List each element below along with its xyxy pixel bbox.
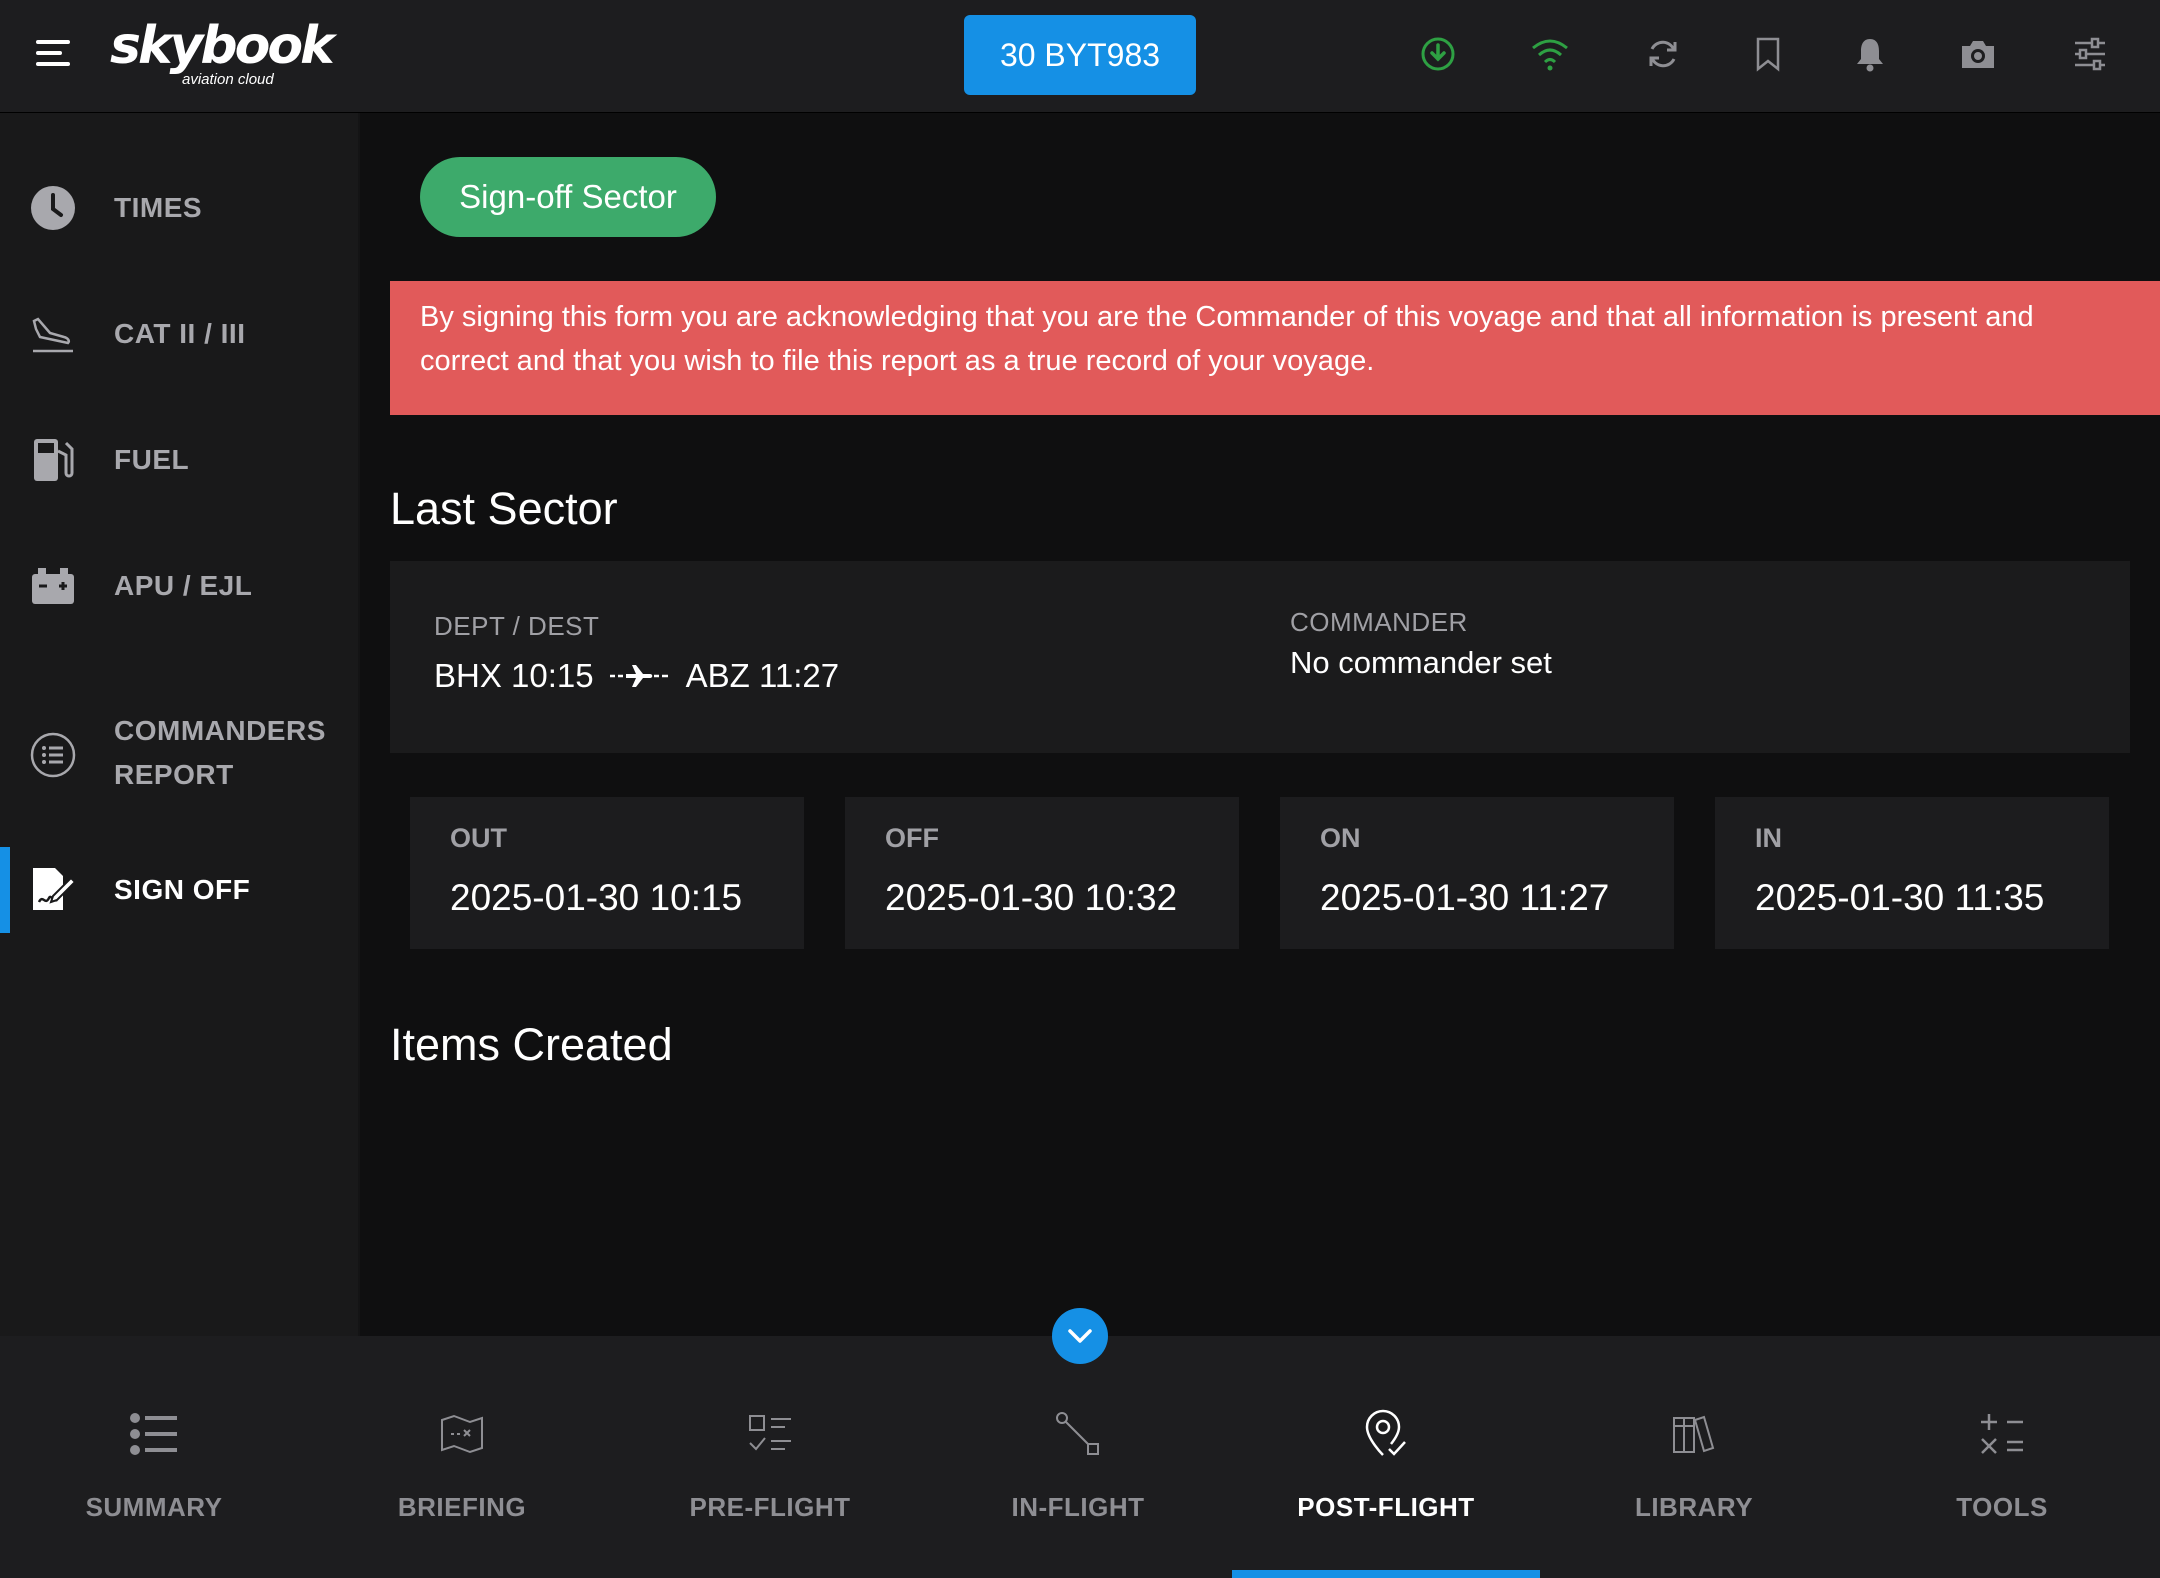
main-content: Sign-off Sector By signing this form you… bbox=[360, 113, 2160, 1336]
sidebar-item-sign-off[interactable]: SIGN OFF bbox=[0, 847, 358, 933]
plane-route-icon bbox=[609, 665, 668, 687]
nav-post-flight[interactable]: POST-FLIGHT bbox=[1232, 1336, 1540, 1578]
sidebar-item-times[interactable]: TIMES bbox=[0, 173, 358, 243]
bell-icon[interactable] bbox=[1846, 30, 1894, 78]
sidebar-item-commanders-report[interactable]: COMMANDERS REPORT bbox=[0, 695, 358, 815]
route-icon bbox=[1048, 1404, 1108, 1464]
route-label: DEPT / DEST bbox=[434, 611, 600, 641]
nav-tools[interactable]: TOOLS bbox=[1848, 1336, 2156, 1578]
time-label: ON bbox=[1320, 823, 1361, 853]
time-card-off: OFF 2025-01-30 10:32 bbox=[845, 797, 1239, 949]
last-sector-heading: Last Sector bbox=[390, 483, 618, 534]
sidebar-item-fuel[interactable]: FUEL bbox=[0, 425, 358, 495]
nav-label: LIBRARY bbox=[1634, 1492, 1754, 1522]
settings-sliders-icon[interactable] bbox=[2066, 30, 2114, 78]
sidebar-item-apu-ejl[interactable]: APU / EJL bbox=[0, 551, 358, 621]
logo-subtext: aviation cloud bbox=[182, 71, 274, 88]
logo-text: skybook bbox=[110, 16, 335, 76]
clock-icon bbox=[28, 183, 78, 233]
time-value: 2025-01-30 10:15 bbox=[450, 877, 743, 918]
time-card-out: OUT 2025-01-30 10:15 bbox=[410, 797, 804, 949]
collapse-chevron-button[interactable] bbox=[1052, 1308, 1108, 1364]
destination: ABZ 11:27 bbox=[685, 657, 840, 694]
nav-pre-flight[interactable]: PRE-FLIGHT bbox=[616, 1336, 924, 1578]
nav-label: BRIEFING bbox=[397, 1492, 527, 1522]
nav-briefing[interactable]: BRIEFING bbox=[308, 1336, 616, 1578]
commander-value: No commander set bbox=[1290, 645, 1552, 680]
nav-in-flight[interactable]: IN-FLIGHT bbox=[924, 1336, 1232, 1578]
download-icon[interactable] bbox=[1414, 30, 1462, 78]
battery-icon bbox=[28, 561, 78, 611]
sidebar-item-label-line1: COMMANDERS bbox=[114, 715, 326, 746]
fuel-pump-icon bbox=[28, 435, 78, 485]
time-card-in: IN 2025-01-30 11:35 bbox=[1715, 797, 2109, 949]
location-check-icon bbox=[1356, 1404, 1416, 1464]
last-sector-card: DEPT / DEST BHX 10:15 ABZ 11:27 COMMANDE… bbox=[390, 561, 2130, 753]
time-label: OUT bbox=[450, 823, 507, 853]
checklist-icon bbox=[740, 1404, 800, 1464]
logo: skybook aviation cloud bbox=[110, 16, 335, 88]
nav-label: POST-FLIGHT bbox=[1297, 1492, 1475, 1522]
nav-label: PRE-FLIGHT bbox=[689, 1492, 851, 1522]
nav-label: IN-FLIGHT bbox=[1011, 1492, 1145, 1522]
chevron-down-icon bbox=[1068, 1329, 1092, 1343]
flight-number-button[interactable]: 30 BYT983 bbox=[964, 15, 1196, 95]
items-created-heading: Items Created bbox=[390, 1019, 673, 1070]
sync-icon[interactable] bbox=[1639, 30, 1687, 78]
calculator-icon bbox=[1972, 1404, 2032, 1464]
sidebar-item-label: FUEL bbox=[114, 444, 190, 475]
sidebar-item-label: CAT II / III bbox=[114, 318, 246, 349]
commander-label: COMMANDER bbox=[1290, 607, 1468, 637]
sidebar-item-label: SIGN OFF bbox=[114, 874, 251, 905]
nav-library[interactable]: LIBRARY bbox=[1540, 1336, 1848, 1578]
list-circle-icon bbox=[28, 730, 78, 780]
time-label: OFF bbox=[885, 823, 939, 853]
nav-label: TOOLS bbox=[1956, 1492, 2048, 1522]
books-icon bbox=[1664, 1404, 1724, 1464]
departure: BHX 10:15 bbox=[434, 657, 594, 694]
menu-icon[interactable] bbox=[36, 40, 70, 68]
time-value: 2025-01-30 10:32 bbox=[885, 877, 1178, 918]
top-bar: skybook aviation cloud 30 BYT983 bbox=[0, 0, 2160, 113]
commander-warning-banner: By signing this form you are acknowledgi… bbox=[390, 281, 2160, 415]
sign-document-icon bbox=[28, 865, 78, 915]
plane-landing-icon bbox=[28, 309, 78, 359]
sign-off-sector-button[interactable]: Sign-off Sector bbox=[420, 157, 716, 237]
sidebar-item-label: TIMES bbox=[114, 192, 203, 223]
nav-label: SUMMARY bbox=[85, 1492, 223, 1522]
bookmark-icon[interactable] bbox=[1744, 30, 1792, 78]
map-icon bbox=[432, 1404, 492, 1464]
sidebar-item-label: APU / EJL bbox=[114, 570, 253, 601]
wifi-icon[interactable] bbox=[1526, 30, 1574, 78]
nav-summary[interactable]: SUMMARY bbox=[0, 1336, 308, 1578]
list-icon bbox=[124, 1404, 184, 1464]
sidebar: TIMES CAT II / III FUEL APU / EJL COMMAN… bbox=[0, 113, 360, 1336]
sidebar-item-cat-ii-iii[interactable]: CAT II / III bbox=[0, 299, 358, 369]
sidebar-item-label-line2: REPORT bbox=[114, 759, 234, 790]
sidebar-item-label: COMMANDERS REPORT bbox=[114, 709, 326, 797]
camera-icon[interactable] bbox=[1954, 30, 2002, 78]
time-value: 2025-01-30 11:27 bbox=[1320, 877, 1610, 918]
time-label: IN bbox=[1755, 823, 1782, 853]
time-value: 2025-01-30 11:35 bbox=[1755, 877, 2045, 918]
time-card-on: ON 2025-01-30 11:27 bbox=[1280, 797, 1674, 949]
route: BHX 10:15 ABZ 11:27 bbox=[434, 657, 839, 695]
